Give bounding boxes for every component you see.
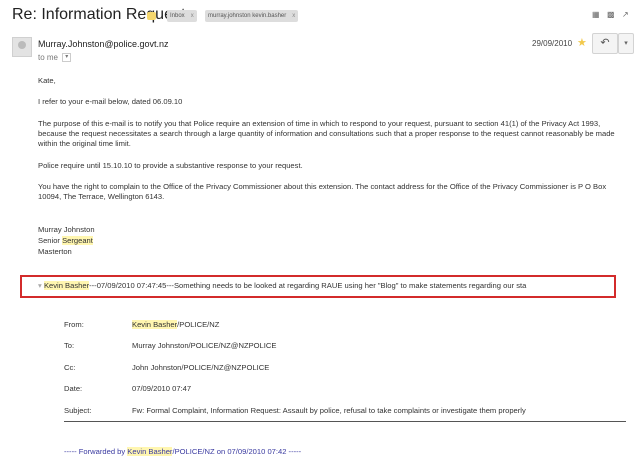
greeting: Kate, (38, 76, 56, 85)
date-value: 07/09/2010 07:47 (132, 384, 192, 393)
from-value: Kevin Basher/POLICE/NZ (132, 320, 219, 329)
thread-title: Re: Information Request (12, 6, 186, 23)
details-toggle-icon[interactable]: ▾ (62, 53, 72, 63)
body-para-3: Police require until 15.10.10 to provide… (38, 161, 303, 170)
expand-caret-icon[interactable]: ▾ (38, 281, 42, 290)
cc-label: Cc: (64, 363, 76, 372)
label-inbox-text: Inbox (170, 13, 185, 19)
sender-address[interactable]: Murray.Johnston@police.govt.nz (38, 39, 169, 49)
subject-value: Fw: Formal Complaint, Information Reques… (132, 406, 526, 415)
quoted-summary[interactable]: ▾ Kevin Basher---07/09/2010 07:47:45---S… (38, 281, 526, 290)
body-para-4: You have the right to complain to the Of… (38, 182, 607, 201)
archive-icon[interactable]: ▦ (592, 11, 600, 19)
forwarded-name: Kevin Basher (127, 447, 173, 456)
from-label: From: (64, 320, 84, 329)
signature-place: Masterton (38, 247, 72, 256)
star-icon[interactable]: ★ (577, 36, 587, 49)
label-custom-text: murray.johnston kevin.basher (208, 13, 287, 19)
label-custom-remove[interactable]: x (292, 13, 295, 19)
signature-title-pre: Senior (38, 236, 63, 245)
label-custom[interactable]: murray.johnston kevin.basher x (205, 10, 299, 22)
to-value: Murray Johnston/POLICE/NZ@NZPOLICE (132, 341, 277, 350)
label-inbox[interactable]: Inbox x (167, 10, 197, 22)
to-label: To: (64, 341, 75, 350)
subject-label: Subject: (64, 406, 92, 415)
date-label: Date: (64, 384, 83, 393)
reply-button[interactable]: ↶ (592, 33, 618, 54)
divider (64, 421, 626, 422)
body-para-2: The purpose of this e-mail is to notify … (38, 119, 615, 148)
quoted-summary-text: ---07/09/2010 07:47:45---Something needs… (89, 281, 527, 290)
importance-marker-icon[interactable] (147, 12, 156, 20)
signature-title: Senior Sergeant (38, 236, 628, 246)
label-inbox-remove[interactable]: x (191, 13, 194, 19)
recipient-text: to me (38, 53, 59, 62)
new-window-icon[interactable]: ↗ (622, 11, 630, 19)
cc-value: John Johnston/POLICE/NZ@NZPOLICE (132, 363, 270, 372)
forwarded-pre: ----- Forwarded by (64, 447, 128, 456)
body-para-1: I refer to your e-mail below, dated 06.0… (38, 97, 183, 106)
avatar (12, 37, 32, 57)
more-icon: ▾ (624, 40, 628, 47)
quoted-sender: Kevin Basher (43, 281, 90, 290)
more-actions-button[interactable]: ▾ (618, 33, 634, 54)
from-name: Kevin Basher (132, 320, 178, 329)
message-date: 29/09/2010 (532, 39, 573, 48)
forwarded-line: ----- Forwarded by Kevin Basher/POLICE/N… (64, 447, 301, 456)
signature-name: Murray Johnston (38, 225, 95, 234)
from-suffix: /POLICE/NZ (177, 320, 220, 329)
forwarded-post: /POLICE/NZ on 07/09/2010 07:42 ----- (172, 447, 302, 456)
reply-icon: ↶ (600, 37, 610, 49)
recipient-line: to me ▾ (38, 53, 72, 63)
print-icon[interactable]: ▩ (607, 11, 615, 19)
signature-title-highlight: Sergeant (62, 236, 93, 245)
